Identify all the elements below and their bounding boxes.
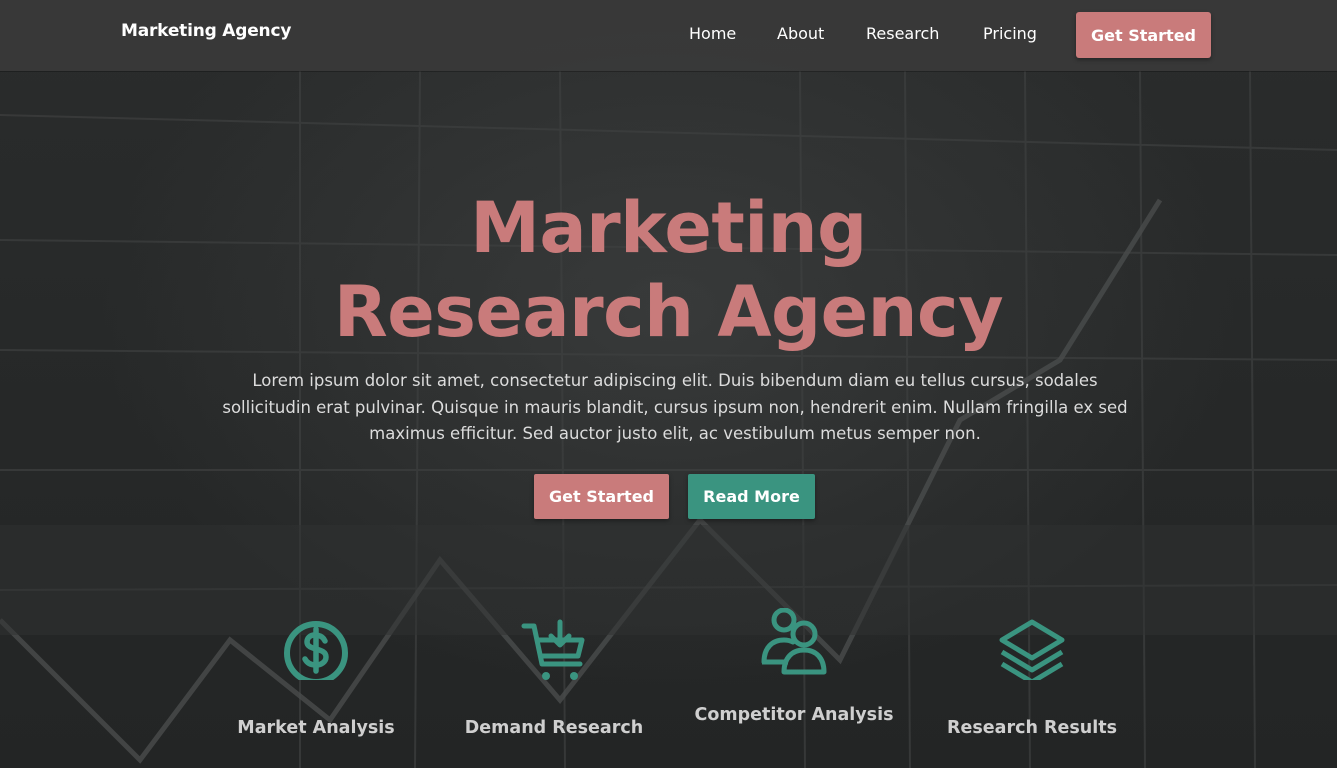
feature-demand-research: Demand Research [454,608,654,738]
hero-title-line-2: Research Agency [333,271,1004,353]
feature-label: Research Results [947,718,1117,738]
feature-label: Demand Research [464,718,644,738]
layers-icon [999,619,1065,680]
hero-title-line-1: Marketing [470,187,867,269]
hero-title: Marketing Research Agency [0,186,1337,354]
nav-link-pricing[interactable]: Pricing [983,24,1037,43]
navbar: Marketing Agency Home About Research Pri… [0,0,1337,71]
hero-description: Lorem ipsum dolor sit amet, consectetur … [222,371,1128,443]
cart-download-icon [521,619,585,680]
get-started-button[interactable]: Get Started [534,474,669,519]
nav-link-about[interactable]: About [777,24,824,43]
read-more-button[interactable]: Read More [688,474,815,519]
brand-logo[interactable]: Marketing Agency [121,21,291,41]
feature-competitor-analysis: Competitor Analysis [694,608,894,725]
nav-get-started-button[interactable]: Get Started [1076,12,1211,58]
feature-label: Market Analysis [237,718,395,738]
feature-label: Competitor Analysis [694,705,894,725]
nav-link-home[interactable]: Home [689,24,736,43]
users-icon [761,608,827,675]
feature-research-results: Research Results [932,608,1132,738]
feature-market-analysis: Market Analysis [216,608,416,738]
dollar-circle-icon [284,621,348,680]
nav-link-research[interactable]: Research [866,24,939,43]
